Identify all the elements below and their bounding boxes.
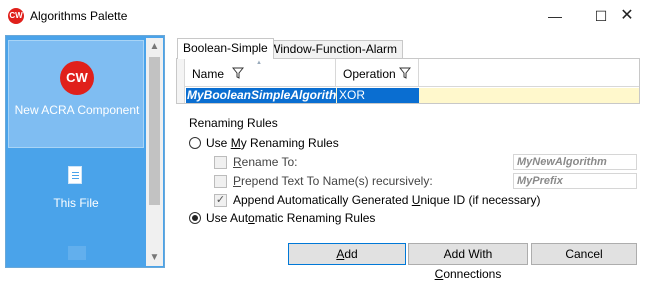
use-my-rules-radio[interactable] [189,137,201,149]
tab-boolean-simple[interactable]: Boolean-Simple [177,38,274,59]
rename-to-checkbox[interactable] [214,156,227,169]
grid-icon [68,246,86,260]
close-button[interactable]: ✕ [604,0,650,32]
prepend-field[interactable]: MyPrefix [513,173,637,189]
scroll-down-icon[interactable]: ▼ [146,249,163,266]
add-button[interactable]: Add [288,243,406,265]
append-unique-id-checkbox[interactable]: ✓ [214,194,227,207]
prepend-label: Prepend Text To Name(s) recursively: [233,174,433,188]
window-title: Algorithms Palette [30,9,128,23]
use-auto-rules-radio[interactable] [189,212,201,224]
row-header [177,59,185,103]
sidebar-item-this-file[interactable]: This File [8,154,144,224]
rename-to-field[interactable]: MyNewAlgorithm [513,154,637,170]
scroll-thumb[interactable] [149,57,160,205]
filter-icon[interactable] [232,67,244,79]
file-icon [68,166,82,184]
cancel-button[interactable]: Cancel [531,243,637,265]
append-unique-id-label: Append Automatically Generated Unique ID… [233,193,541,207]
use-my-rules-label[interactable]: Use My Renaming Rules [206,136,339,150]
renaming-rules-label: Renaming Rules [189,116,278,130]
column-label: Operation [343,67,396,81]
column-label: Name [192,67,225,81]
rename-to-label: Rename To: [233,155,298,169]
app-logo-icon: CW [8,8,24,24]
algorithm-grid: ▲ Name Operation MyBooleanSimpleAlgorith… [176,58,640,104]
sidebar-item-label: New ACRA Component [14,103,140,117]
title-bar: CW Algorithms Palette — ☐ ✕ [0,0,650,32]
column-header-operation[interactable]: Operation [337,59,419,87]
column-header-name[interactable]: ▲ Name [186,59,336,87]
tab-window-function-alarm[interactable]: Window-Function-Alarm [263,40,404,58]
sort-icon: ▲ [256,60,262,66]
sidebar-scrollbar[interactable]: ▲ ▼ [146,38,163,266]
scroll-up-icon[interactable]: ▲ [146,38,163,55]
cell-name[interactable]: MyBooleanSimpleAlgorithm [186,88,347,103]
filter-icon[interactable] [399,67,411,79]
minimize-button[interactable]: — [532,0,578,32]
use-auto-rules-label[interactable]: Use Automatic Renaming Rules [206,211,375,225]
cell-operation[interactable]: XOR [337,88,419,103]
sidebar-item-label: This File [53,196,99,210]
component-sidebar: CW New ACRA Component This File ▲ ▼ [5,35,165,268]
sidebar-item-new-acra-component[interactable]: CW New ACRA Component [8,40,144,148]
add-with-connections-button[interactable]: Add With Connections [408,243,528,281]
cw-logo-icon: CW [60,61,94,95]
prepend-checkbox[interactable] [214,175,227,188]
table-row[interactable]: MyBooleanSimpleAlgorithm XOR [186,88,639,103]
